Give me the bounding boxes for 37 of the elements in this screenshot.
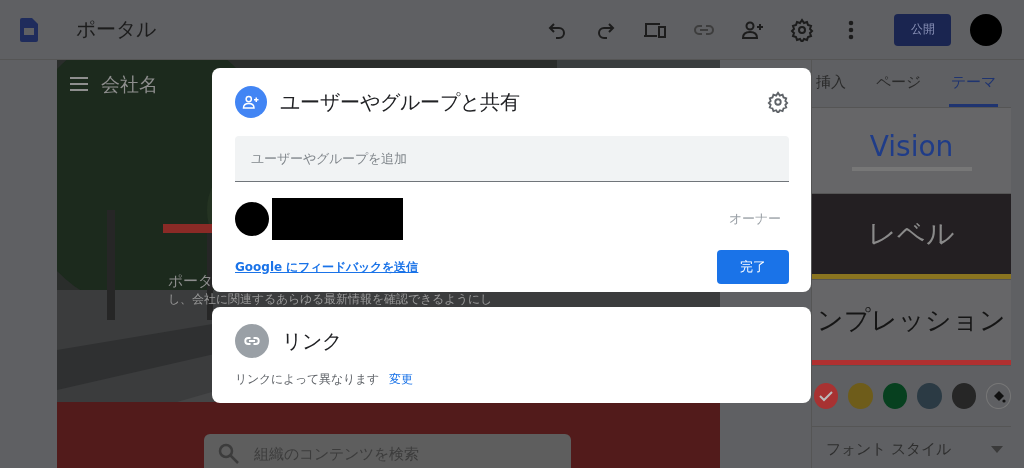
done-button[interactable]: 完了 bbox=[717, 250, 789, 284]
link-access-text: リンクによって異なります bbox=[235, 371, 379, 388]
feedback-link[interactable]: Google にフィードバックを送信 bbox=[235, 258, 419, 276]
panel-tab[interactable]: 挿入 bbox=[814, 60, 848, 107]
search-icon bbox=[218, 443, 240, 465]
caret-icon bbox=[991, 445, 1003, 453]
avatar bbox=[235, 202, 269, 236]
settings-icon[interactable] bbox=[767, 91, 789, 113]
color-swatch[interactable] bbox=[882, 383, 908, 409]
color-swatch[interactable] bbox=[917, 383, 942, 409]
theme-card[interactable]: ンプレッション bbox=[812, 280, 1011, 366]
link-icon bbox=[235, 324, 269, 358]
company-name: 会社名 bbox=[101, 72, 158, 97]
member-role: オーナー bbox=[729, 210, 781, 228]
accent-bar bbox=[163, 224, 212, 233]
theme-card[interactable]: Vision bbox=[812, 108, 1011, 194]
site-title: ポータル bbox=[76, 16, 156, 43]
theme-name: レベル bbox=[868, 216, 955, 252]
theme-name: ンプレッション bbox=[817, 303, 1006, 337]
color-swatch[interactable] bbox=[814, 383, 839, 409]
dialog-title: リンク bbox=[282, 327, 343, 355]
publish-button[interactable]: 公開 bbox=[894, 13, 951, 46]
theme-name: Vision bbox=[869, 130, 954, 163]
settings-icon[interactable] bbox=[790, 17, 814, 42]
intro-text: ポータ bbox=[168, 272, 213, 291]
add-people-field[interactable]: ユーザーやグループを追加 bbox=[235, 136, 789, 182]
add-person-icon bbox=[235, 86, 267, 118]
sites-logo-icon[interactable] bbox=[20, 17, 38, 42]
change-link[interactable]: 変更 bbox=[389, 371, 413, 388]
intro-text: し、会社に関連するあらゆる最新情報を確認できるようにし bbox=[168, 293, 492, 306]
theme-card[interactable]: レベル bbox=[812, 194, 1011, 280]
dialog-title: ユーザーやグループと共有 bbox=[280, 88, 521, 116]
avatar[interactable] bbox=[970, 13, 1002, 46]
check-icon bbox=[818, 388, 835, 404]
color-swatch[interactable] bbox=[848, 383, 873, 409]
menu-icon[interactable] bbox=[70, 77, 88, 91]
color-swatch[interactable] bbox=[951, 383, 977, 409]
